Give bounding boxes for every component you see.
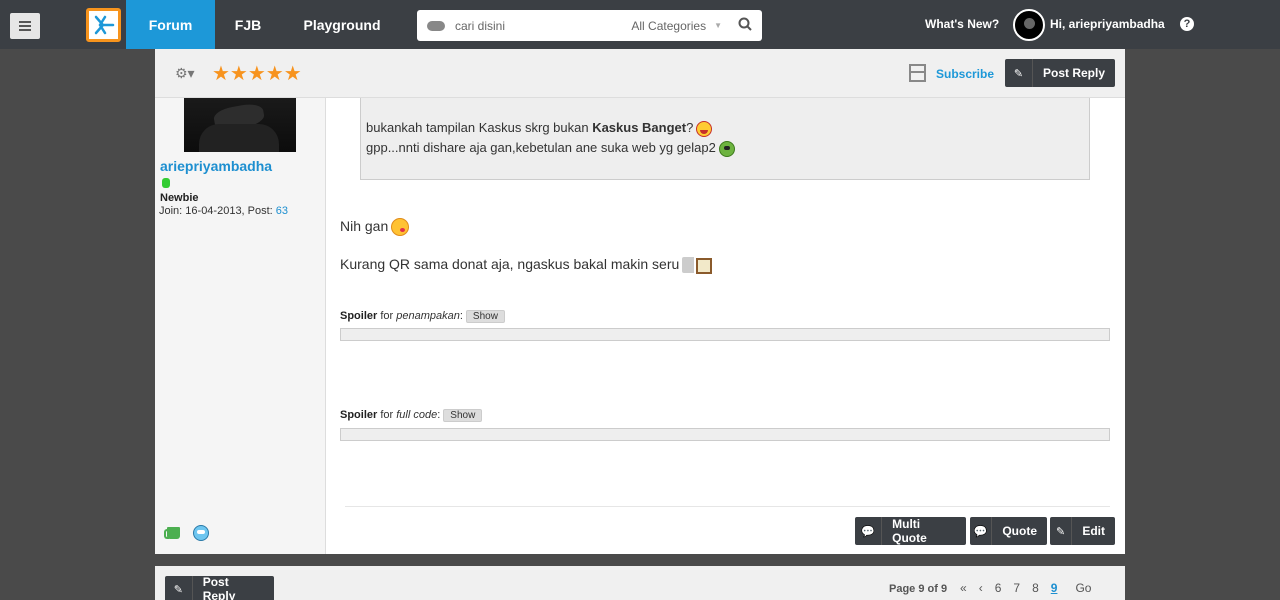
multi-quote-button[interactable]: 💬 Multi Quote (855, 517, 966, 545)
quote-label: Quote (1002, 524, 1037, 538)
pencil-icon: ✎ (1005, 59, 1033, 87)
search-icon[interactable] (738, 17, 762, 34)
page-link[interactable]: 6 (995, 581, 1002, 595)
quote-text-end: ? (686, 120, 694, 135)
top-navbar: Forum FJB Playground cari disini All Cat… (0, 0, 1280, 49)
username-link[interactable]: ariepriyambadha (160, 158, 272, 174)
message-line-2: Kurang QR sama donat aja, ngaskus bakal … (340, 256, 713, 275)
quote-text-2: gpp...nnti dishare aja gan,kebetulan ane… (366, 140, 716, 155)
pagination: « ‹ 6 7 8 9 Go (960, 581, 1091, 595)
message-line-1: Nih gan (340, 218, 410, 237)
subscribe-icon[interactable] (909, 64, 926, 82)
spoiler-content-1 (340, 328, 1110, 341)
user-avatar[interactable] (1013, 9, 1045, 41)
kaskus-logo[interactable] (86, 8, 121, 42)
tab-forum[interactable]: Forum (126, 0, 215, 49)
help-icon[interactable]: ? (1180, 17, 1194, 31)
tab-fjb[interactable]: FJB (215, 0, 281, 49)
smiley-badge-icon[interactable] (193, 525, 209, 541)
quote-line-1: bukankah tampilan Kaskus skrg bukan Kask… (366, 120, 713, 137)
post-body: ariepriyambadha Newbie Join: 16-04-2013,… (155, 98, 1125, 554)
pencil-icon: ✎ (165, 576, 193, 600)
spoiler-colon: : (437, 409, 441, 421)
rating-stars[interactable]: ★★★★★ (212, 61, 302, 86)
post-reply-label: Post Reply (1043, 66, 1106, 80)
spoiler-for: for (377, 310, 397, 322)
join-info: Join: 16-04-2013, Post: 63 (159, 205, 288, 217)
page-link[interactable]: 7 (1013, 581, 1020, 595)
prev-page-icon[interactable]: ‹ (979, 581, 983, 595)
edit-icon: ✎ (1050, 517, 1073, 545)
hamburger-icon (19, 21, 31, 31)
quote-bold-text: Kaskus Banget (592, 120, 687, 135)
message-text-2: Kurang QR sama donat aja, ngaskus bakal … (340, 256, 680, 272)
page-info: Page 9 of 9 (889, 583, 948, 595)
first-page-icon[interactable]: « (960, 581, 967, 595)
spoiler-label-1: Spoiler for penampakan: Show (340, 310, 505, 323)
sign-emoji-icon (682, 257, 713, 275)
whats-new-link[interactable]: What's New? (925, 17, 999, 31)
spoiler-word: Spoiler (340, 409, 378, 421)
spoiler-show-button[interactable]: Show (443, 409, 483, 422)
edit-label: Edit (1082, 524, 1105, 538)
post-header: ⚙▾ ★★★★★ Subscribe ✎ Post Reply (155, 49, 1125, 98)
cup-badge-icon[interactable] (164, 527, 180, 539)
spoiler-for: for (377, 409, 397, 421)
green-emoji-icon (718, 140, 735, 157)
current-page-link[interactable]: 9 (1051, 581, 1058, 595)
kiss-emoji-icon (391, 218, 410, 237)
tab-playground[interactable]: Playground (281, 0, 403, 49)
join-label: Join: 16-04-2013, Post: (159, 205, 276, 217)
thread-footer: ✎ Post Reply Page 9 of 9 « ‹ 6 7 8 9 Go (155, 566, 1125, 600)
comment-icon: 💬 (970, 517, 993, 545)
spoiler-show-button[interactable]: Show (465, 310, 505, 323)
category-select[interactable]: All Categories (631, 19, 706, 33)
quoted-post: bukankah tampilan Kaskus skrg bukan Kask… (360, 98, 1090, 180)
post-count-link[interactable]: 63 (276, 205, 288, 217)
kaskus-logo-icon (94, 15, 114, 35)
message-text-1: Nih gan (340, 218, 389, 234)
search-bar[interactable]: cari disini All Categories ▼ (417, 10, 762, 41)
go-button[interactable]: Go (1075, 581, 1091, 595)
spoiler-word: Spoiler (340, 310, 378, 322)
online-status-icon (162, 178, 170, 188)
multi-quote-label: Multi Quote (892, 517, 927, 545)
spoiler-label-2: Spoiler for full code: Show (340, 409, 483, 422)
user-sidebar: ariepriyambadha Newbie Join: 16-04-2013,… (155, 98, 326, 554)
post-reply-label: Post Reply (202, 575, 236, 600)
caret-down-icon: ▼ (714, 21, 722, 30)
laugh-emoji-icon (696, 120, 713, 137)
post-divider (345, 506, 1110, 507)
search-input[interactable]: cari disini (455, 19, 631, 33)
quote-line-2: gpp...nnti dishare aja gan,kebetulan ane… (366, 140, 735, 157)
comments-icon: 💬 (855, 517, 883, 545)
post-reply-button-bottom[interactable]: ✎ Post Reply (165, 575, 274, 600)
post-reply-button[interactable]: ✎ Post Reply (1005, 59, 1115, 87)
spoiler-colon: : (459, 310, 463, 322)
spoiler-content-2 (340, 428, 1110, 441)
spoiler-title: penampakan (396, 310, 460, 322)
gear-icon[interactable]: ⚙▾ (175, 65, 195, 82)
subscribe-link[interactable]: Subscribe (936, 67, 994, 81)
page-link[interactable]: 8 (1032, 581, 1039, 595)
user-rank: Newbie (160, 192, 199, 204)
quote-text: bukankah tampilan Kaskus skrg bukan (366, 120, 593, 135)
edit-button[interactable]: ✎ Edit (1050, 517, 1115, 545)
user-profile-image[interactable] (184, 98, 296, 152)
spoiler-title: full code (396, 409, 438, 421)
hamburger-menu-button[interactable] (10, 13, 40, 39)
quote-button[interactable]: 💬 Quote (970, 517, 1047, 545)
chat-cloud-icon (417, 20, 455, 31)
user-greeting[interactable]: Hi, ariepriyambadha (1050, 17, 1165, 31)
